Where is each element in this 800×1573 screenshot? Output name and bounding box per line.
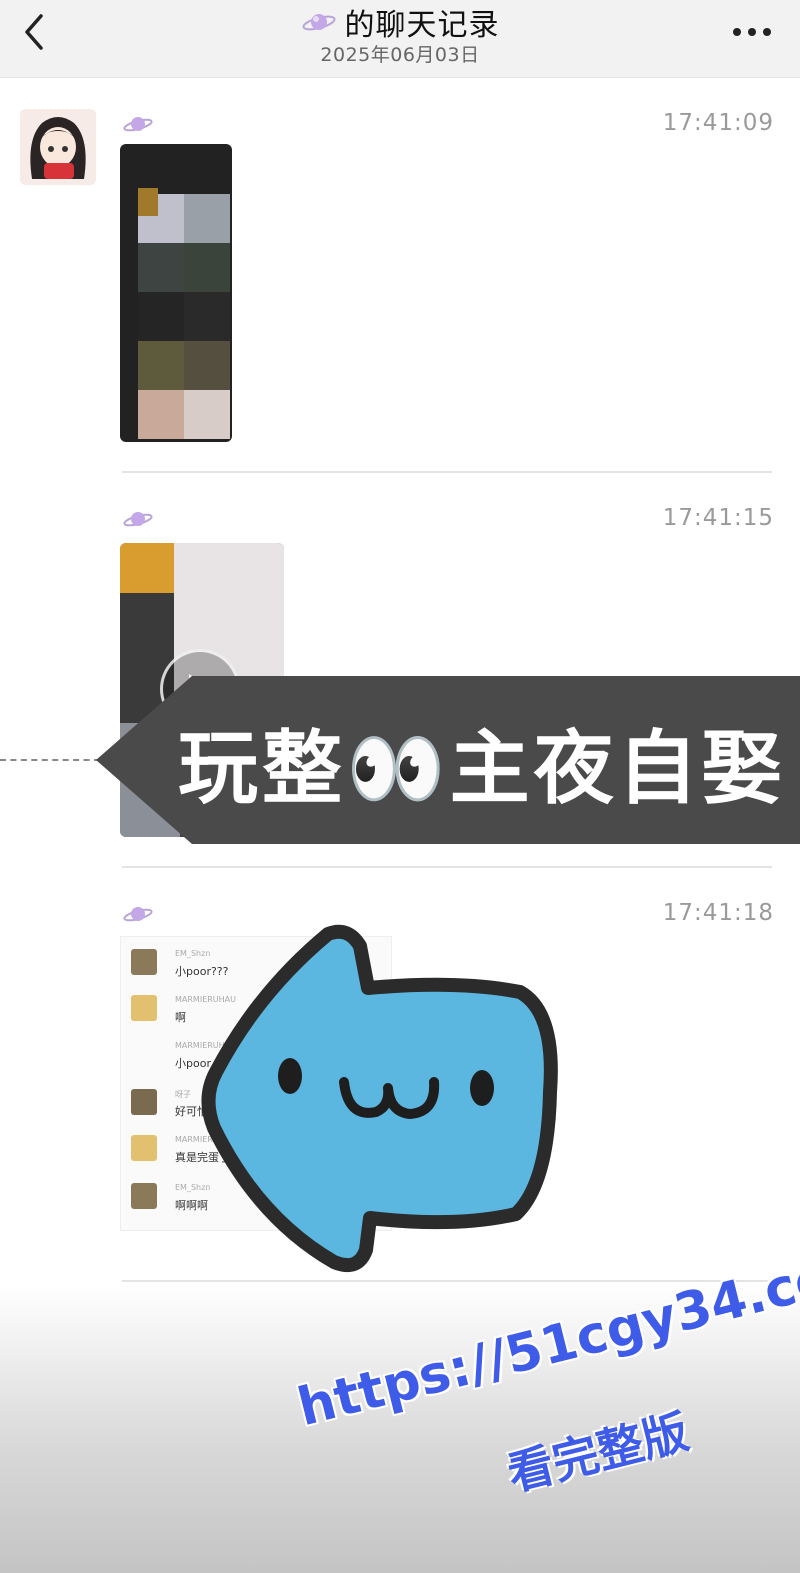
- planet-icon: [123, 117, 153, 132]
- avatar: [131, 1183, 157, 1209]
- back-button[interactable]: [14, 10, 54, 54]
- message-time: 17:41:09: [662, 110, 774, 136]
- page-title: 的聊天记录: [344, 8, 500, 43]
- mosaic-image: [138, 194, 230, 439]
- record-divider: [122, 471, 772, 473]
- avatar: [131, 995, 157, 1021]
- chat-sender-name: 呀子: [175, 1090, 191, 1099]
- overlay-banner-text: 玩整👀主夜自娶: [178, 722, 786, 815]
- avatar: [131, 949, 157, 975]
- anime-girl-avatar-icon: [20, 109, 96, 185]
- avatar: [131, 1135, 157, 1161]
- chat-message-text: 啊: [175, 1011, 186, 1024]
- planet-icon: [123, 907, 153, 922]
- more-dots-icon: [733, 28, 771, 36]
- planet-icon: [123, 512, 153, 527]
- timeline-dash: [0, 759, 100, 761]
- chat-record-title: 的聊天记录 2025年06月03日: [200, 2, 600, 67]
- message-time: 17:41:18: [662, 900, 774, 926]
- record-divider: [122, 1280, 772, 1282]
- nav-bar: 的聊天记录 2025年06月03日: [0, 0, 800, 78]
- blue-arrow-sticker-icon: [201, 924, 558, 1272]
- planet-icon: [301, 14, 336, 31]
- avatar: [131, 1089, 157, 1115]
- image-thumbnail[interactable]: [120, 144, 232, 442]
- avatar[interactable]: [20, 109, 96, 185]
- more-button[interactable]: [724, 12, 780, 52]
- page-date: 2025年06月03日: [320, 44, 480, 66]
- record-divider: [122, 866, 772, 868]
- message-time: 17:41:15: [662, 505, 774, 531]
- back-arrow-icon: [25, 14, 43, 50]
